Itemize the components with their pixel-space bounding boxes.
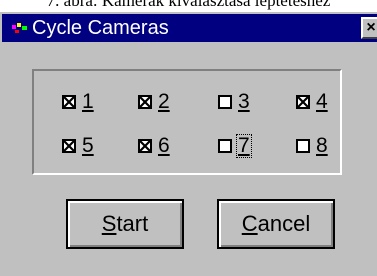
camera-checkbox-label: 1 <box>82 90 94 113</box>
camera-checkbox-label: 3 <box>238 90 250 113</box>
camera-checkbox-2[interactable]: 2 <box>138 90 170 113</box>
cancel-button[interactable]: Cancel <box>217 199 335 249</box>
camera-checkbox-label: 4 <box>316 90 328 113</box>
close-button[interactable]: × <box>361 17 377 39</box>
figure-caption: 7. ábra: Kamerák kiválasztása léptetéshe… <box>46 0 331 10</box>
unchecked-box-icon[interactable] <box>218 95 232 109</box>
system-menu-icon[interactable] <box>12 21 30 35</box>
close-icon: × <box>366 19 376 36</box>
cancel-button-label: ancel <box>257 211 311 236</box>
camera-checkbox-label: 8 <box>316 134 328 157</box>
camera-checkbox-group <box>32 69 342 175</box>
check-x-icon <box>298 97 308 107</box>
start-button-label: tart <box>116 211 149 236</box>
check-x-icon <box>140 97 150 107</box>
cancel-button-mnemonic: C <box>241 211 258 236</box>
unchecked-box-icon[interactable] <box>218 139 232 153</box>
start-button[interactable]: Start <box>66 199 184 249</box>
camera-checkbox-label: 7 <box>236 134 252 158</box>
unchecked-box-icon[interactable] <box>296 139 310 153</box>
camera-checkbox-label: 6 <box>158 134 170 157</box>
check-x-icon <box>140 141 150 151</box>
checked-box-icon[interactable] <box>62 139 76 153</box>
window-title: Cycle Cameras <box>32 17 169 39</box>
checked-box-icon[interactable] <box>138 139 152 153</box>
checked-box-icon[interactable] <box>138 95 152 109</box>
start-button-mnemonic: S <box>101 211 117 236</box>
camera-checkbox-7[interactable]: 7 <box>218 134 252 158</box>
cycle-cameras-dialog: Cycle Cameras × Start Cancel 1 2 3 4 5 6 7 8 <box>0 12 377 276</box>
checked-box-icon[interactable] <box>62 95 76 109</box>
camera-checkbox-label: 5 <box>82 134 94 157</box>
camera-checkbox-6[interactable]: 6 <box>138 134 170 157</box>
check-x-icon <box>64 141 74 151</box>
camera-checkbox-label: 2 <box>158 90 170 113</box>
camera-checkbox-8[interactable]: 8 <box>296 134 328 157</box>
title-bar[interactable]: Cycle Cameras × <box>2 14 377 42</box>
checked-box-icon[interactable] <box>296 95 310 109</box>
camera-checkbox-4[interactable]: 4 <box>296 90 328 113</box>
camera-checkbox-1[interactable]: 1 <box>62 90 94 113</box>
camera-checkbox-5[interactable]: 5 <box>62 134 94 157</box>
check-x-icon <box>64 97 74 107</box>
camera-checkbox-3[interactable]: 3 <box>218 90 250 113</box>
